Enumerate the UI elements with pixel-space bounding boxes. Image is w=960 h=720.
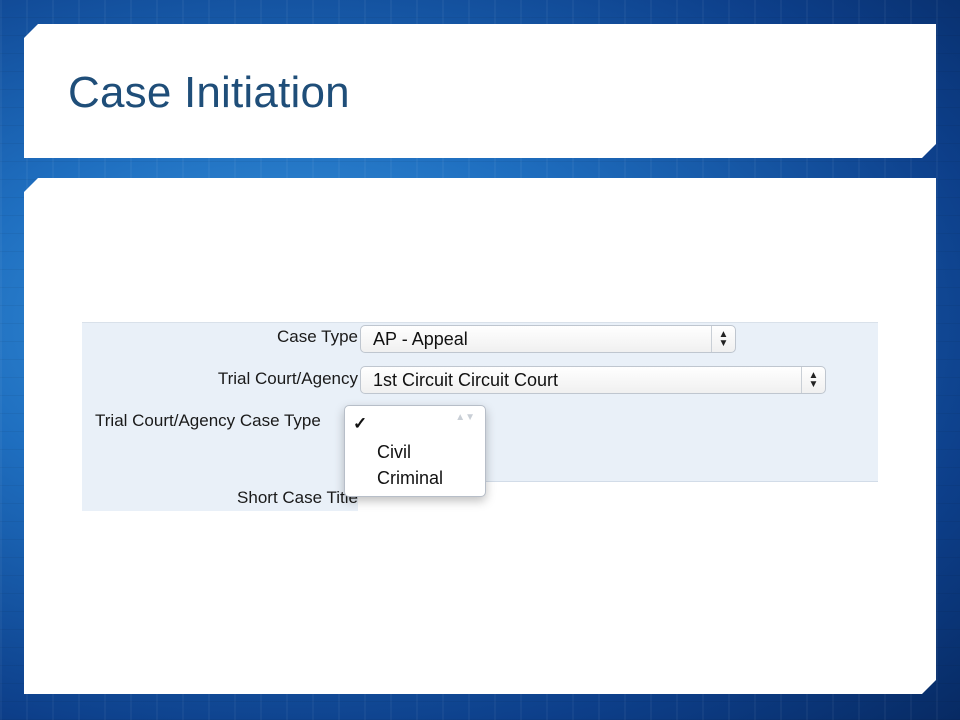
content-panel: Case Type AP - Appeal ▲ ▼ Trial Court/Age…	[24, 178, 936, 694]
short-case-title-label: Short Case Title	[237, 488, 358, 507]
up-down-arrows-icon: ▲▼	[801, 367, 825, 393]
checkmark-icon: ✓	[353, 414, 368, 433]
dropdown-option-criminal[interactable]: Criminal	[377, 468, 443, 489]
case-type-label: Case Type	[277, 327, 358, 346]
up-down-arrows-icon: ▲▼	[455, 412, 475, 423]
trial-court-label: Trial Court/Agency	[217, 369, 358, 388]
trial-court-case-type-label: Trial Court/Agency Case Type	[95, 411, 321, 430]
form-screenshot: Case Type AP - Appeal ▲ ▼ Trial Court/Age…	[82, 322, 878, 511]
case-type-value: AP - Appeal	[373, 329, 468, 349]
slide-title: Case Initiation	[68, 68, 350, 117]
dropdown-option-civil[interactable]: Civil	[377, 442, 411, 463]
trial-court-select[interactable]: 1st Circuit Circuit Court ▲ ▼	[360, 366, 826, 394]
up-down-arrows-icon: ▲▼	[711, 326, 735, 352]
trial-court-value: 1st Circuit Circuit Court	[373, 370, 559, 390]
case-type-select[interactable]: AP - Appeal ▲ ▼	[360, 325, 736, 353]
case-type-dropdown-menu[interactable]: ✓ ▲▼ Civil Criminal	[344, 405, 486, 497]
